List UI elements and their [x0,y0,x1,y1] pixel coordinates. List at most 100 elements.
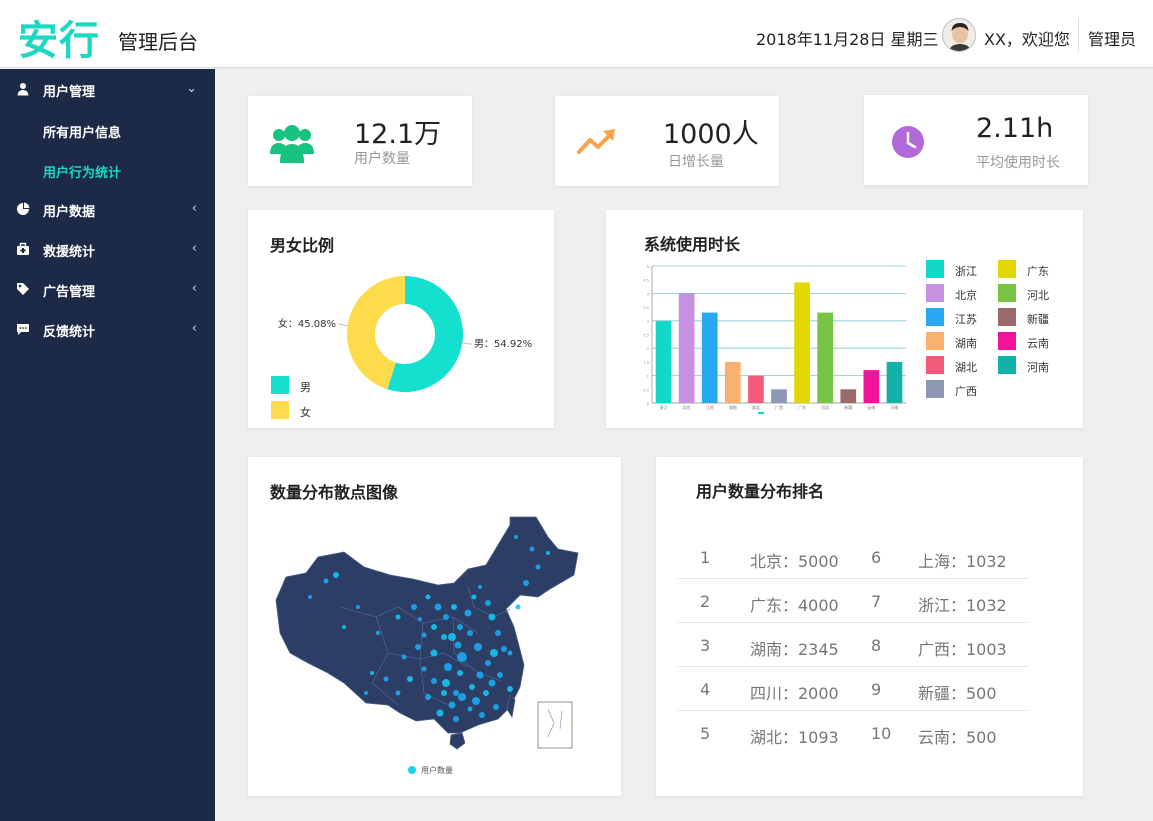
x-tick-label: 河北 [821,404,829,410]
scatter-point [546,551,550,555]
legend-swatch-北京[interactable] [926,284,944,302]
scatter-point [441,690,447,696]
y-tick-label: 1.5 [643,361,649,365]
scatter-point [479,712,485,718]
scatter-point [442,679,450,687]
sidebar-item-user-data[interactable]: 用户数据 ‹ [0,189,215,229]
x-tick-label: 湖南 [729,404,737,410]
legend-swatch-河南[interactable] [998,356,1016,374]
scatter-point [356,605,360,609]
stat-card-avg-usage: 2.11h 平均使用时长 [864,95,1088,185]
card-title: 系统使用时长 [644,235,741,254]
scatter-point [411,604,417,610]
sidebar-item-user-management[interactable]: 用户管理 ⌄ [0,69,215,109]
scatter-point [507,686,513,692]
gender-ratio-card: 男女比例 男：54.92% 女：45.08% 男 女 [248,210,554,428]
y-tick-label: 5 [647,265,649,269]
scatter-point [370,671,374,675]
hainan-island [449,732,466,750]
legend-label: 湖北 [955,361,977,374]
avatar[interactable] [942,18,976,52]
stat-value: 1000人 [663,119,759,150]
bar-湖南 [724,361,741,403]
scatter-point [453,716,459,722]
bar-广东 [794,282,810,403]
legend-swatch-广西[interactable] [926,380,944,398]
bar-新疆 [840,389,857,403]
rank-entry: 湖南：2345 [750,640,839,659]
y-tick-label: 1 [647,375,649,379]
rank-entry: 广东：4000 [750,596,839,615]
legend-swatch-广东[interactable] [998,260,1016,278]
card-title: 用户数量分布排名 [696,482,825,501]
legend-swatch-云南[interactable] [998,332,1016,350]
scatter-point [493,704,499,710]
legend-swatch-河北[interactable] [998,284,1016,302]
header-date: 2018年11月28日 星期三 [756,30,939,49]
legend-swatch-浙江[interactable] [926,260,944,278]
donut-label-female: 女：45.08% [278,317,336,330]
map-scatter-card: 数量分布散点图像 用户数量 [248,457,621,796]
legend-swatch-湖北[interactable] [926,356,944,374]
rank-divider [678,622,1028,623]
rank-number: 9 [871,680,882,699]
welcome-text: XX，欢迎您 [984,30,1070,49]
south-china-sea-inset [537,701,573,749]
rank-number: 1 [700,548,711,567]
scatter-point [342,625,346,629]
sidebar-item-rescue-stats[interactable]: 救援统计 ‹ [0,229,215,269]
legend-swatch-male[interactable] [271,376,289,394]
rank-number: 4 [700,680,711,699]
scatter-point [467,630,473,636]
scatter-point [464,609,472,617]
stat-value: 2.11h [976,113,1054,144]
bar-广西 [771,389,787,403]
rank-entry: 新疆：500 [918,684,997,703]
y-tick-label: 3.5 [643,306,649,310]
sidebar-item-label: 用户数据 [43,205,96,220]
legend-swatch-新疆[interactable] [998,308,1016,326]
app-logo[interactable]: 安行 [18,8,100,66]
scatter-point [431,678,437,684]
chevron-left-icon: ‹ [191,241,197,256]
rank-entry: 湖北：1093 [750,728,839,747]
sidebar-item-feedback-stats[interactable]: 反馈统计 ‹ [0,309,215,349]
legend-label: 江苏 [955,313,977,326]
usage-legend: 浙江 北京 江苏 湖南 湖北 广西 广东 河北 新疆 云南 河南 [926,260,1076,410]
scatter-point [485,660,491,666]
x-tick-label: 新疆 [844,404,852,410]
scatter-point [308,595,312,599]
scatter-point [451,604,457,610]
legend-swatch-female[interactable] [271,401,289,419]
scatter-point [474,643,482,651]
scatter-point [395,614,401,620]
app-subtitle: 管理后台 [118,30,198,54]
y-tick-label: 4 [647,292,650,296]
sidebar-subitem-all-users[interactable]: 所有用户信息 [43,122,121,141]
chart-series-marker [758,412,764,414]
scatter-point [441,634,447,640]
rank-number: 7 [871,592,882,611]
china-map-scatter [275,516,579,774]
chevron-down-icon: ⌄ [186,81,197,96]
sidebar-item-ad-management[interactable]: 广告管理 ‹ [0,269,215,309]
scatter-point [457,652,467,662]
legend-swatch-江苏[interactable] [926,308,944,326]
legend-swatch-湖南[interactable] [926,332,944,350]
legend-label: 北京 [955,289,977,302]
scatter-point [471,594,477,600]
scatter-point [458,693,466,701]
sidebar-subitem-user-behavior[interactable]: 用户行为统计 [43,162,121,181]
users-icon [270,124,314,168]
legend-label: 河南 [1027,361,1049,374]
header-divider [1078,18,1079,52]
usage-bar-chart: 0 0.5 1 1.5 2 2.5 3 3.5 4 4.5 5 浙江 北京 江苏 湖南 湖北 广西 广东 河北 新疆 云… [643,265,906,414]
y-tick-label: 0.5 [643,388,649,392]
scatter-point [425,594,431,600]
medkit-icon [16,242,30,256]
bar-浙江 [655,320,672,403]
scatter-point [401,654,407,660]
role-menu[interactable]: 管理员 [1088,26,1136,50]
usage-duration-card: 系统使用时长 0 0.5 1 1.5 2 2.5 3 3.5 4 4.5 5 浙江 北京 江苏 湖南 湖北 广西… [606,210,1083,428]
legend-label-female: 女 [300,406,311,419]
